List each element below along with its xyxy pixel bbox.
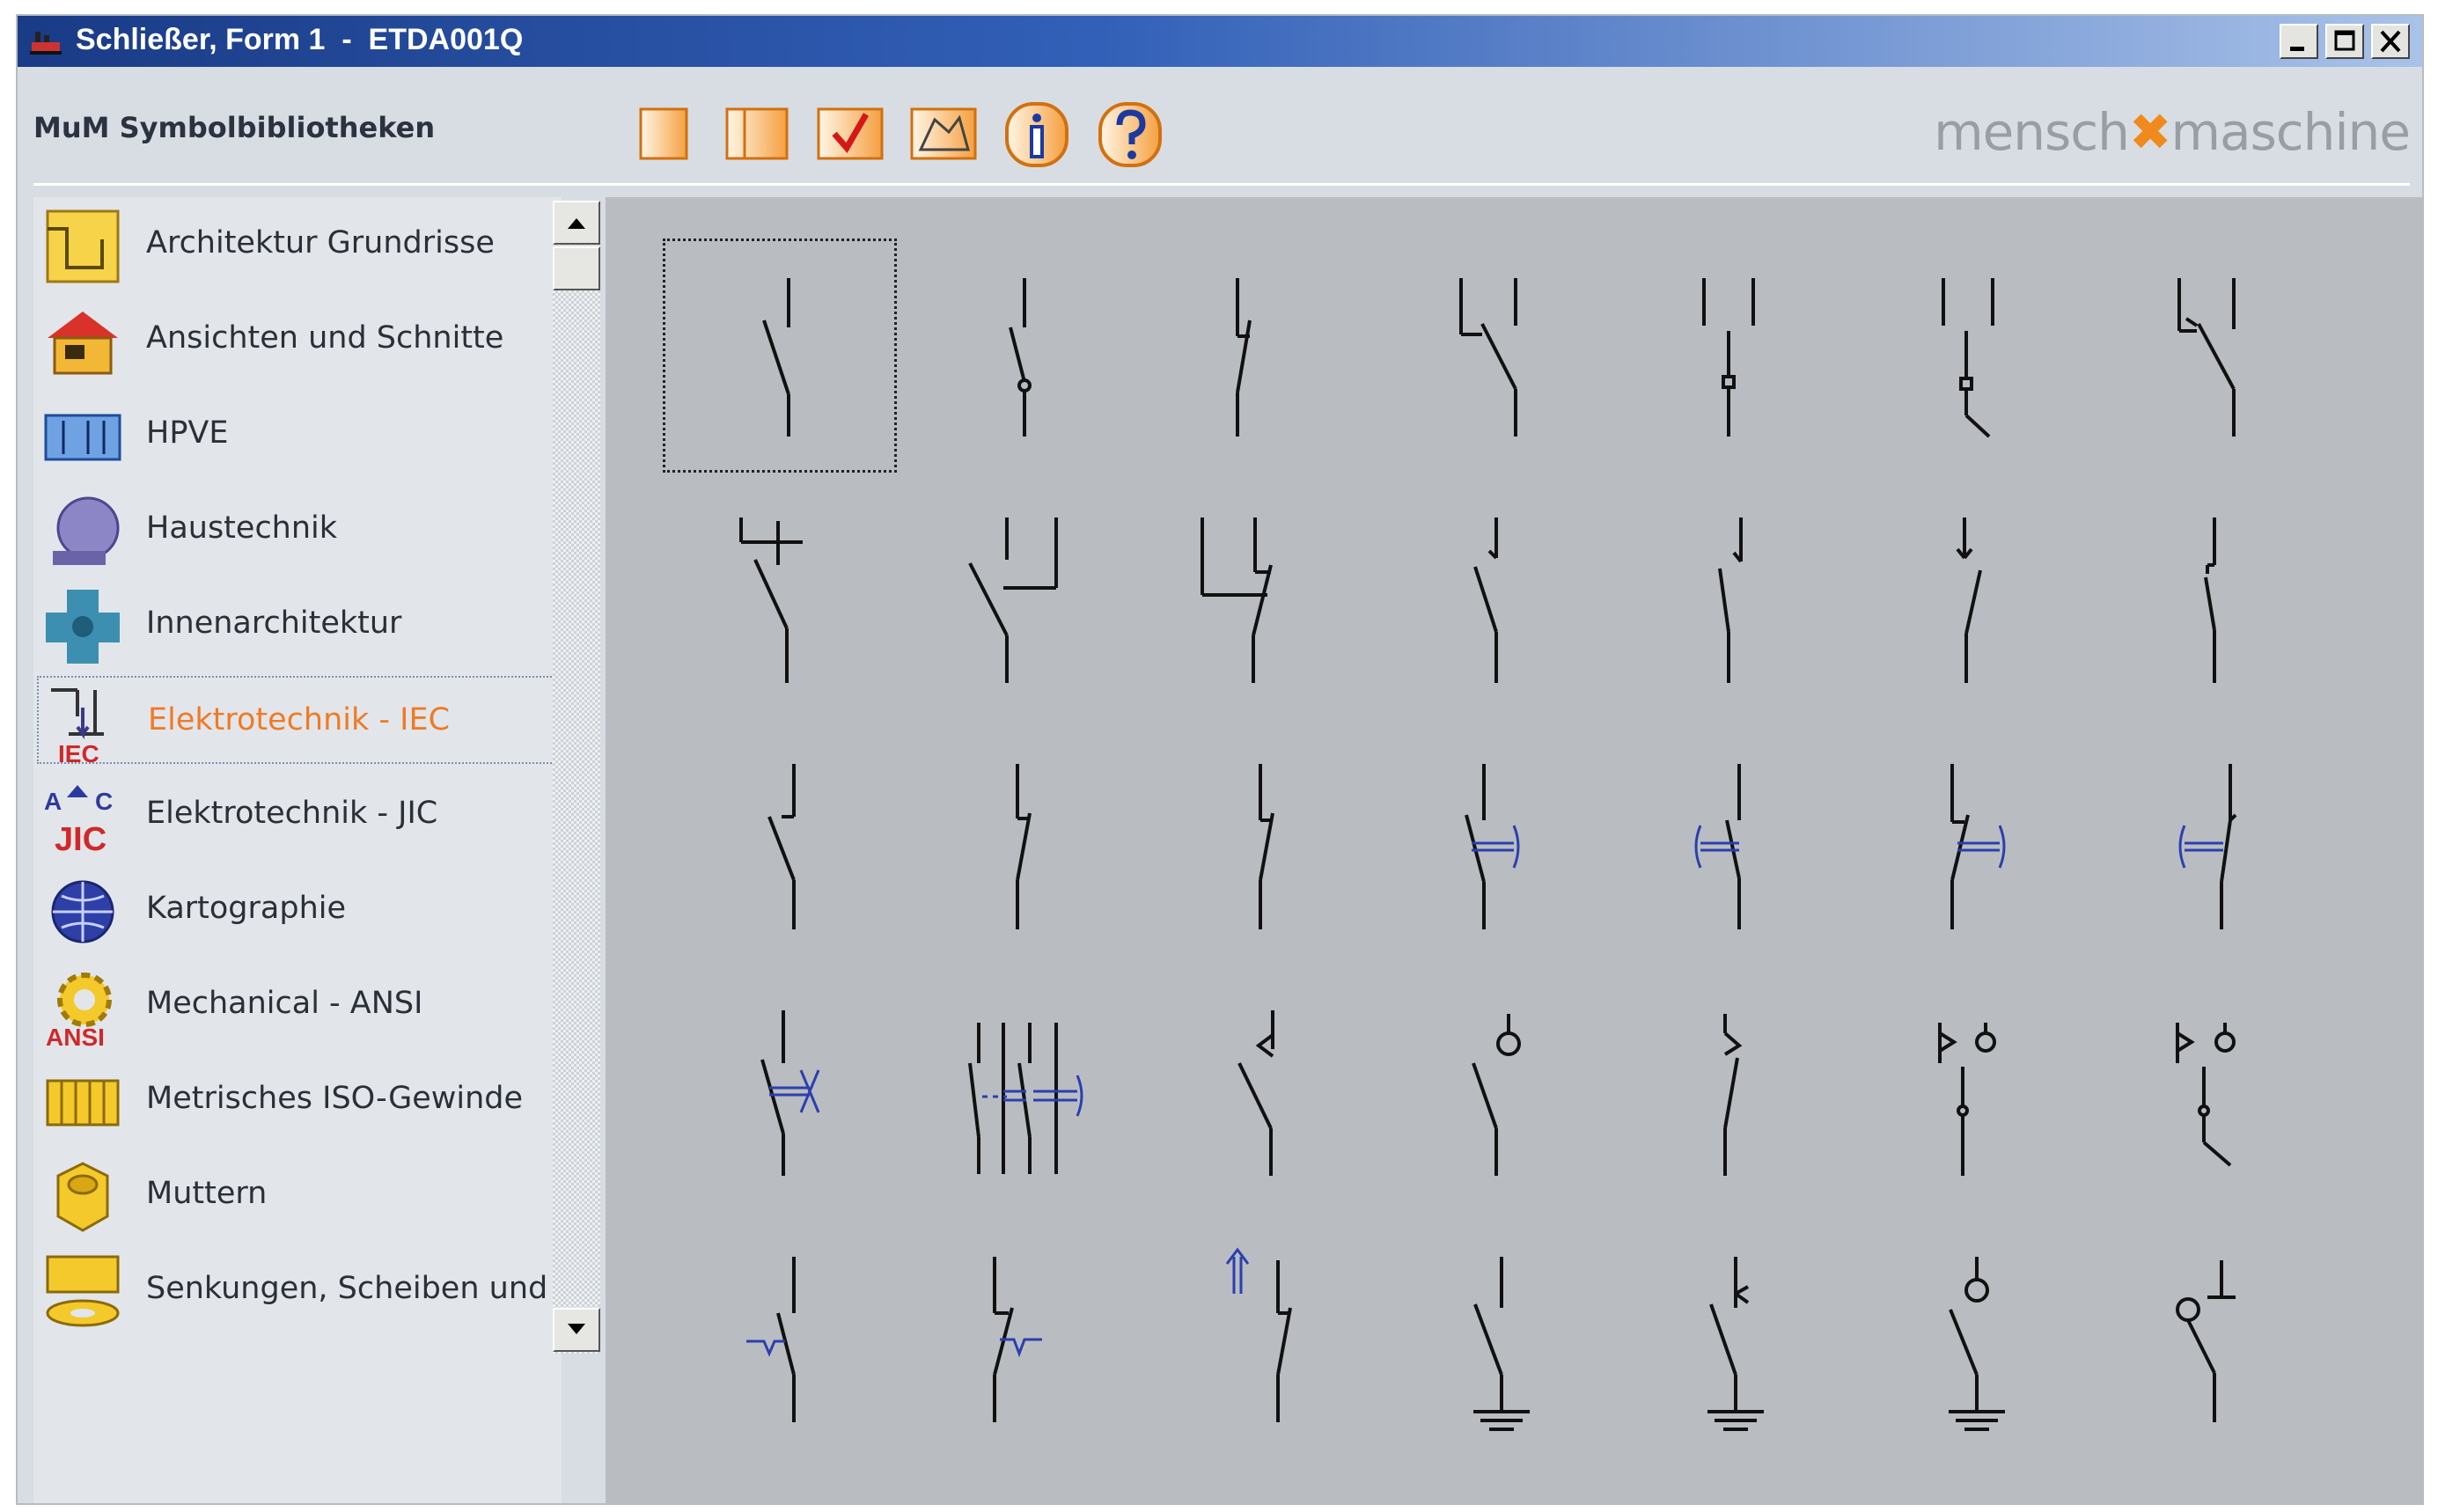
symbol-17[interactable]: [1139, 732, 1371, 965]
interior-icon: [46, 590, 120, 664]
title-bar[interactable]: Schließer, Form 1 - ETDA001Q: [18, 16, 2422, 67]
symbol-31[interactable]: [1139, 1225, 1371, 1457]
edit-polygon-icon[interactable]: [908, 100, 979, 167]
maximize-icon: [2334, 30, 2355, 51]
symbol-2[interactable]: [901, 239, 1134, 472]
toolbar-divider: [33, 183, 2410, 186]
library-heading: MuM Symbolbibliotheken: [33, 111, 436, 144]
open-page-icon[interactable]: [722, 100, 792, 167]
app-icon: [30, 32, 62, 55]
washer-icon: [46, 1255, 120, 1327]
hvac-icon: [53, 496, 120, 565]
symbol-25[interactable]: [1377, 979, 1609, 1211]
symbol-23[interactable]: [901, 979, 1134, 1211]
symbol-grid: [606, 197, 2422, 1503]
thread-icon: [46, 1079, 120, 1127]
symbol-8[interactable]: [664, 486, 896, 718]
iec-icon: IEC: [51, 688, 104, 766]
symbol-1[interactable]: [663, 239, 897, 473]
close-button[interactable]: [2371, 24, 2410, 59]
symbol-24[interactable]: [1139, 979, 1371, 1211]
sidebar-item-elektrotechnik-iec[interactable]: IEC Elektrotechnik - IEC: [37, 676, 562, 766]
symbol-5[interactable]: [1614, 239, 1847, 472]
symbol-20[interactable]: [1852, 732, 2084, 965]
application-window: Schließer, Form 1 - ETDA001Q MuM Symbolb…: [16, 14, 2424, 1505]
minimize-button[interactable]: [2280, 24, 2318, 59]
sidebar-item-senkungen[interactable]: Senkungen, Scheiben und Du: [37, 1246, 562, 1334]
jic-icon: A C JIC: [44, 785, 113, 858]
sidebar-item-muttern[interactable]: Muttern: [37, 1151, 562, 1239]
symbol-12[interactable]: [1614, 486, 1847, 718]
symbol-27[interactable]: [1852, 979, 2084, 1211]
symbol-4[interactable]: [1377, 239, 1609, 472]
scroll-up-button[interactable]: [553, 201, 600, 245]
symbol-18[interactable]: [1377, 732, 1609, 965]
sidebar-item-hpve[interactable]: HPVE: [37, 391, 562, 479]
symbol-3[interactable]: [1139, 239, 1371, 472]
sidebar-item-kartographie[interactable]: Kartographie: [37, 866, 562, 954]
symbol-7[interactable]: [2089, 239, 2322, 472]
symbol-33[interactable]: [1614, 1225, 1847, 1457]
arrow-down-icon: [568, 1324, 585, 1334]
minimize-icon: [2290, 47, 2304, 51]
gear-icon: ANSI: [46, 973, 112, 1049]
info-icon[interactable]: [1002, 100, 1072, 167]
symbol-9[interactable]: [901, 486, 1134, 718]
nut-icon: [56, 1162, 109, 1232]
symbol-6[interactable]: [1852, 239, 2084, 472]
svg-text:IEC: IEC: [58, 740, 99, 766]
check-icon[interactable]: [815, 100, 885, 167]
help-icon[interactable]: [1095, 100, 1165, 167]
symbol-10[interactable]: [1139, 486, 1371, 718]
globe-icon: [51, 880, 114, 943]
sidebar-item-elektrotechnik-jic[interactable]: A C JIC Elektrotechnik - JIC: [37, 771, 562, 859]
floorplan-icon: [46, 209, 120, 283]
svg-text:A: A: [44, 788, 62, 815]
symbol-22[interactable]: [664, 979, 896, 1211]
scroll-down-button[interactable]: [553, 1308, 600, 1352]
symbol-35[interactable]: [2089, 1225, 2322, 1457]
symbol-21[interactable]: [2089, 732, 2322, 965]
house-icon: [48, 312, 118, 375]
arrow-up-icon: [568, 218, 585, 229]
scroll-thumb[interactable]: [553, 246, 600, 290]
svg-text:C: C: [95, 788, 113, 815]
hpve-icon: [44, 414, 121, 461]
symbol-29[interactable]: [664, 1225, 896, 1457]
svg-text:JIC: JIC: [55, 821, 106, 858]
symbol-15[interactable]: [664, 732, 896, 965]
symbol-32[interactable]: [1377, 1225, 1609, 1457]
svg-text:ANSI: ANSI: [46, 1024, 105, 1049]
close-icon: [2380, 30, 2401, 53]
symbol-14[interactable]: [2089, 486, 2322, 718]
sidebar-item-mechanical-ansi[interactable]: ANSI Mechanical - ANSI: [37, 961, 562, 1049]
symbol-13[interactable]: [1852, 486, 2084, 718]
sidebar-scrollbar[interactable]: [553, 201, 600, 1354]
sidebar-item-haustechnik[interactable]: Haustechnik: [37, 486, 562, 574]
symbol-26[interactable]: [1614, 979, 1847, 1211]
new-page-icon[interactable]: [628, 100, 699, 167]
symbol-34[interactable]: [1852, 1225, 2084, 1457]
symbol-16[interactable]: [901, 732, 1134, 965]
maximize-button[interactable]: [2325, 24, 2364, 59]
symbol-30[interactable]: [901, 1225, 1134, 1457]
sidebar-item-architektur[interactable]: Architektur Grundrisse: [37, 201, 562, 289]
symbol-19[interactable]: [1614, 732, 1847, 965]
sidebar-item-iso-gewinde[interactable]: Metrisches ISO-Gewinde: [37, 1056, 562, 1144]
brand-logo: mensch✖maschine: [1934, 102, 2411, 162]
sidebar-item-innenarchitektur[interactable]: Innenarchitektur: [37, 581, 562, 669]
window-title: Schließer, Form 1 - ETDA001Q: [76, 23, 524, 56]
sidebar-item-ansichten[interactable]: Ansichten und Schnitte: [37, 296, 562, 384]
symbol-28[interactable]: [2089, 979, 2322, 1211]
library-list: Architektur Grundrisse Ansichten und Sch…: [33, 197, 562, 1503]
symbol-11[interactable]: [1377, 486, 1609, 718]
